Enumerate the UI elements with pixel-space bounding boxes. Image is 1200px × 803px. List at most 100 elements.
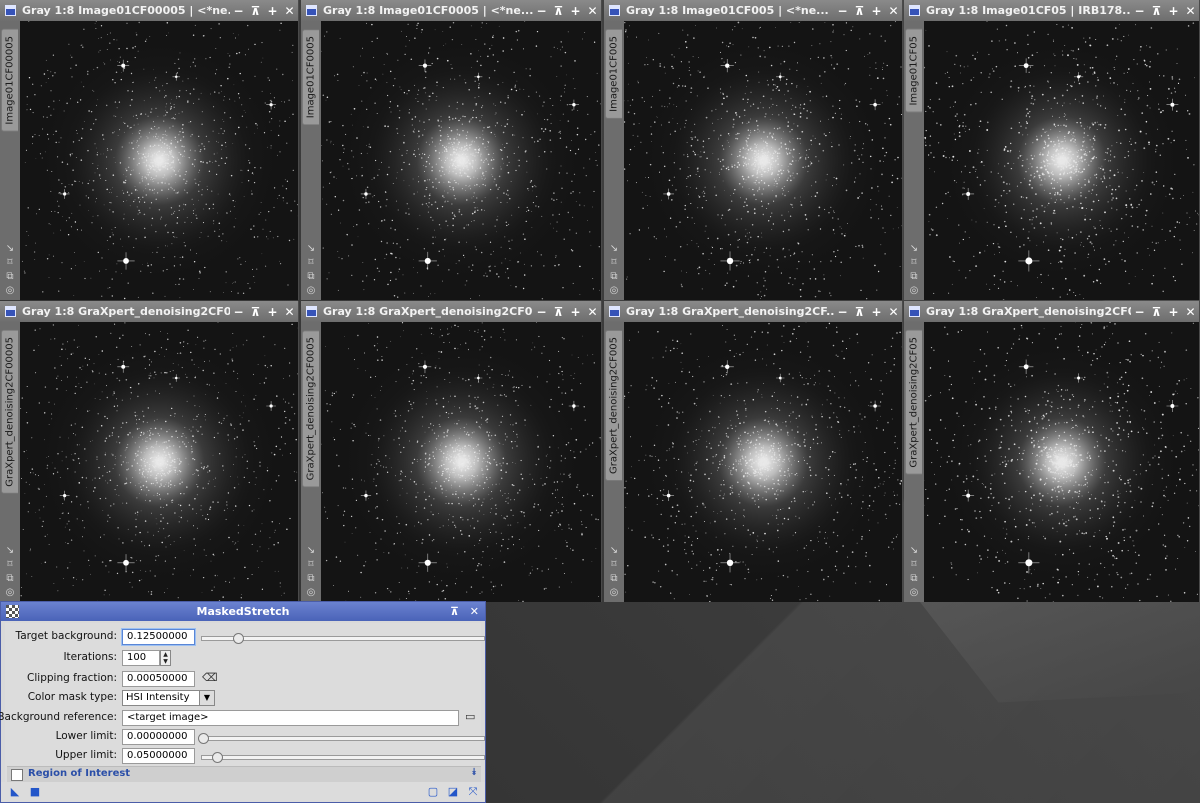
close-icon[interactable]: ✕ bbox=[281, 305, 298, 319]
slider-knob[interactable] bbox=[198, 733, 209, 744]
arrow-icon[interactable]: ↘ bbox=[906, 242, 922, 256]
fit-icon[interactable]: ⌑ bbox=[2, 256, 18, 270]
shade-icon[interactable]: ⊼ bbox=[247, 4, 264, 18]
lower-limit-slider[interactable] bbox=[198, 733, 485, 744]
close-icon[interactable]: ✕ bbox=[470, 602, 479, 621]
lower-limit-input[interactable]: 0.00000000 bbox=[122, 729, 195, 745]
region-of-interest-section[interactable]: Region of Interest ⯯ bbox=[7, 766, 481, 782]
upper-limit-input[interactable]: 0.05000000 bbox=[122, 748, 195, 764]
shade-icon[interactable]: ⊼ bbox=[550, 4, 567, 18]
target-icon[interactable]: ◎ bbox=[303, 586, 319, 600]
maximize-icon[interactable]: + bbox=[868, 305, 885, 319]
target-icon[interactable]: ◎ bbox=[2, 586, 18, 600]
close-icon[interactable]: ✕ bbox=[885, 305, 902, 319]
view-id-tab[interactable]: Image01CF0005 bbox=[302, 29, 319, 126]
target-icon[interactable]: ◎ bbox=[2, 284, 18, 298]
star-cluster-image[interactable] bbox=[321, 21, 601, 300]
image-window[interactable]: Gray 1:8 Image01CF05 | IRB178... − ⊼ + ✕ Imag… bbox=[904, 0, 1200, 300]
close-icon[interactable]: ✕ bbox=[281, 4, 298, 18]
expand-icon[interactable]: ⯯ bbox=[471, 767, 477, 778]
fit-icon[interactable]: ⌑ bbox=[303, 256, 319, 270]
maximize-icon[interactable]: + bbox=[567, 4, 584, 18]
minimize-icon[interactable]: − bbox=[1131, 4, 1148, 18]
slider-knob[interactable] bbox=[233, 633, 245, 644]
maximize-icon[interactable]: + bbox=[264, 305, 281, 319]
maximize-icon[interactable]: + bbox=[1165, 305, 1182, 319]
star-cluster-image[interactable] bbox=[20, 322, 298, 602]
window-titlebar[interactable]: Gray 1:8 Image01CF0005 | <*ne... − ⊼ + ✕ bbox=[301, 0, 601, 21]
star-cluster-image[interactable] bbox=[624, 21, 902, 300]
shade-icon[interactable]: ⊼ bbox=[450, 602, 459, 621]
close-icon[interactable]: ✕ bbox=[1182, 4, 1199, 18]
minimize-icon[interactable]: − bbox=[533, 305, 550, 319]
view-id-tab[interactable]: Image01CF005 bbox=[605, 29, 622, 119]
close-icon[interactable]: ✕ bbox=[885, 4, 902, 18]
clone-icon[interactable]: ⧉ bbox=[606, 270, 622, 284]
view-id-tab[interactable]: GraXpert_denoising2CF05 bbox=[905, 330, 922, 475]
iterations-input[interactable]: 100 bbox=[122, 650, 160, 666]
arrow-icon[interactable]: ↘ bbox=[606, 242, 622, 256]
new-instance-icon[interactable]: ◣ bbox=[9, 786, 21, 798]
shade-icon[interactable]: ⊼ bbox=[851, 305, 868, 319]
clipping-fraction-input[interactable]: 0.00050000 bbox=[122, 671, 195, 687]
background-reference-input[interactable]: <target image> bbox=[122, 710, 459, 726]
maximize-icon[interactable]: + bbox=[1165, 4, 1182, 18]
target-background-slider[interactable] bbox=[201, 633, 485, 644]
target-icon[interactable]: ◎ bbox=[303, 284, 319, 298]
minimize-icon[interactable]: − bbox=[230, 4, 247, 18]
close-icon[interactable]: ✕ bbox=[584, 4, 601, 18]
target-icon[interactable]: ◎ bbox=[606, 586, 622, 600]
image-window[interactable]: Gray 1:8 GraXpert_denoising2CF... − ⊼ + ✕ Gra… bbox=[604, 301, 903, 602]
maximize-icon[interactable]: + bbox=[264, 4, 281, 18]
window-titlebar[interactable]: Gray 1:8 GraXpert_denoising2CF0... − ⊼ + ✕ bbox=[301, 301, 601, 322]
target-icon[interactable]: ◎ bbox=[606, 284, 622, 298]
dialog-titlebar[interactable]: MaskedStretch ⊼ ✕ bbox=[1, 602, 485, 621]
fit-icon[interactable]: ⌑ bbox=[606, 558, 622, 572]
clone-icon[interactable]: ⧉ bbox=[303, 572, 319, 586]
slider-knob[interactable] bbox=[212, 752, 224, 763]
real-time-preview-icon[interactable]: ▢ bbox=[427, 786, 439, 798]
fit-icon[interactable]: ⌑ bbox=[906, 256, 922, 270]
arrow-icon[interactable]: ↘ bbox=[303, 544, 319, 558]
region-of-interest-checkbox[interactable] bbox=[11, 769, 23, 781]
arrow-icon[interactable]: ↘ bbox=[2, 544, 18, 558]
shade-icon[interactable]: ⊼ bbox=[851, 4, 868, 18]
minimize-icon[interactable]: − bbox=[1131, 305, 1148, 319]
view-id-tab[interactable]: GraXpert_denoising2CF0005 bbox=[302, 330, 319, 488]
shade-icon[interactable]: ⊼ bbox=[247, 305, 264, 319]
shade-icon[interactable]: ⊼ bbox=[1148, 305, 1165, 319]
maximize-icon[interactable]: + bbox=[567, 305, 584, 319]
image-window[interactable]: Gray 1:8 Image01CF0005 | <*ne... − ⊼ + ✕ Imag… bbox=[301, 0, 602, 300]
clone-icon[interactable]: ⧉ bbox=[303, 270, 319, 284]
close-icon[interactable]: ✕ bbox=[584, 305, 601, 319]
fit-icon[interactable]: ⌑ bbox=[303, 558, 319, 572]
window-titlebar[interactable]: Gray 1:8 GraXpert_denoising2CF... − ⊼ + ✕ bbox=[604, 301, 902, 322]
image-window[interactable]: Gray 1:8 GraXpert_denoising2CF0... − ⊼ + ✕ Gr… bbox=[301, 301, 602, 602]
target-icon[interactable]: ◎ bbox=[906, 586, 922, 600]
window-titlebar[interactable]: Gray 1:8 Image01CF05 | IRB178... − ⊼ + ✕ bbox=[904, 0, 1199, 21]
image-window[interactable]: Gray 1:8 GraXpert_denoising2CF0... − ⊼ + ✕ Gr… bbox=[904, 301, 1200, 602]
shade-icon[interactable]: ⊼ bbox=[1148, 4, 1165, 18]
minimize-icon[interactable]: − bbox=[834, 305, 851, 319]
star-cluster-image[interactable] bbox=[624, 322, 902, 602]
window-titlebar[interactable]: Gray 1:8 GraXpert_denoising2CF0... − ⊼ + ✕ bbox=[0, 301, 298, 322]
region-of-interest-label[interactable]: Region of Interest bbox=[28, 768, 130, 779]
clone-icon[interactable]: ⧉ bbox=[906, 572, 922, 586]
image-window[interactable]: Gray 1:8 GraXpert_denoising2CF0... − ⊼ + ✕ Gr… bbox=[0, 301, 299, 602]
image-window[interactable]: Gray 1:8 Image01CF005 | <*ne... − ⊼ + ✕ Image… bbox=[604, 0, 903, 300]
clear-icon[interactable]: ⌫ bbox=[202, 671, 218, 684]
minimize-icon[interactable]: − bbox=[230, 305, 247, 319]
clone-icon[interactable]: ⧉ bbox=[2, 270, 18, 284]
shade-icon[interactable]: ⊼ bbox=[550, 305, 567, 319]
clone-icon[interactable]: ⧉ bbox=[606, 572, 622, 586]
star-cluster-image[interactable] bbox=[321, 322, 601, 602]
fit-icon[interactable]: ⌑ bbox=[906, 558, 922, 572]
apply-global-icon[interactable]: ■ bbox=[29, 786, 41, 798]
window-titlebar[interactable]: Gray 1:8 Image01CF00005 | <*ne... − ⊼ + ✕ bbox=[0, 0, 298, 21]
view-id-tab[interactable]: GraXpert_denoising2CF005 bbox=[605, 330, 622, 481]
star-cluster-image[interactable] bbox=[924, 322, 1199, 602]
window-titlebar[interactable]: Gray 1:8 GraXpert_denoising2CF0... − ⊼ + ✕ bbox=[904, 301, 1199, 322]
arrow-icon[interactable]: ↘ bbox=[606, 544, 622, 558]
minimize-icon[interactable]: − bbox=[834, 4, 851, 18]
arrow-icon[interactable]: ↘ bbox=[303, 242, 319, 256]
